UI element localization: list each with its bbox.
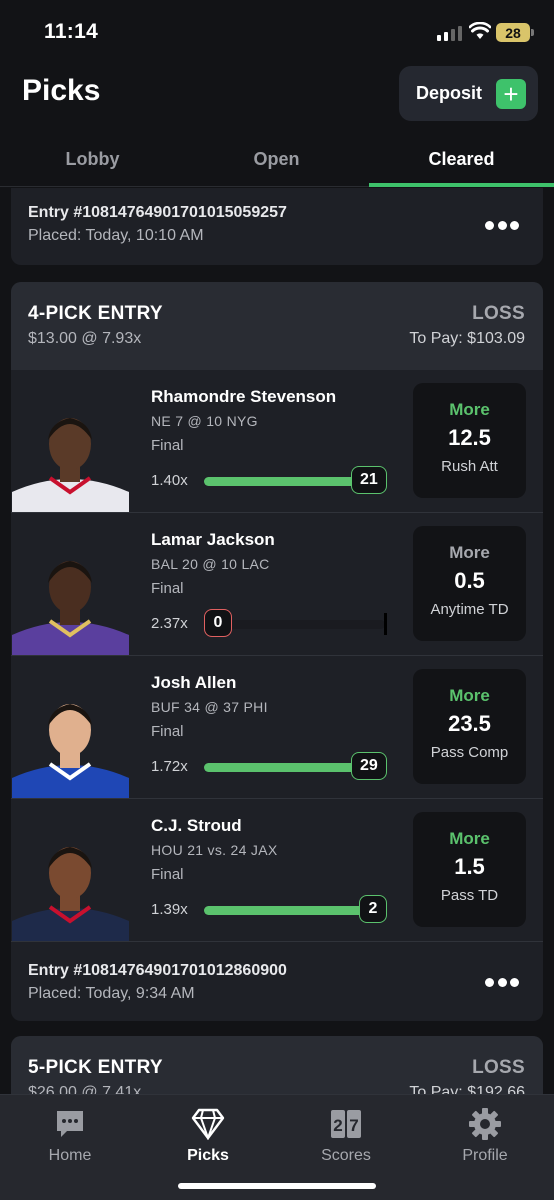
diamond-icon xyxy=(153,1107,263,1141)
status-time: 11:14 xyxy=(44,20,99,43)
pick-stat-type: Anytime TD xyxy=(430,601,509,618)
chat-bubble-icon xyxy=(15,1107,125,1141)
nav-label: Home xyxy=(48,1147,92,1164)
pick-direction: More xyxy=(449,829,490,848)
nav-profile[interactable]: Profile xyxy=(430,1107,540,1165)
entry-card[interactable]: Entry #1081476490170101505925​7 Placed: … xyxy=(11,188,543,265)
pick-line-box: More 12.5 Rush Att xyxy=(413,383,526,498)
nav-picks[interactable]: Picks xyxy=(153,1107,263,1165)
progress-target-marker xyxy=(384,613,387,635)
entry-placed: Placed: Today, 10:10 AM xyxy=(28,227,204,244)
player-avatar xyxy=(12,543,129,655)
player-name: C.J. Stroud xyxy=(151,816,242,835)
pick-row[interactable]: Rhamondre Stevenson NE 7 @ 10 NYG Final … xyxy=(11,370,543,513)
nav-label: Scores xyxy=(321,1147,371,1164)
progress-fill xyxy=(204,906,385,915)
pick-multiplier: 1.39x xyxy=(151,901,188,918)
tab-open[interactable]: Open xyxy=(184,149,369,170)
entry-to-pay: To Pay: $103.09 xyxy=(409,330,525,347)
pick-direction: More xyxy=(449,686,490,705)
pick-stat-type: Pass TD xyxy=(440,887,499,904)
battery-cap xyxy=(531,29,534,36)
more-options-icon[interactable] xyxy=(485,221,519,231)
status-bar: 11:14 28 xyxy=(0,0,554,64)
pick-line-value: 0.5 xyxy=(454,568,485,593)
actual-stat-value: 21 xyxy=(351,466,387,494)
home-indicator xyxy=(178,1183,376,1189)
game-matchup: BUF 34 @ 37 PHI xyxy=(151,699,268,715)
actual-stat-value: 0 xyxy=(204,609,232,637)
game-matchup: BAL 20 @ 10 LAC xyxy=(151,556,270,572)
entry-result: LOSS xyxy=(472,303,525,324)
entry-id: Entry #1081476490170101286090​0 xyxy=(28,962,287,979)
pick-stat-type: Pass Comp xyxy=(430,744,509,761)
pick-row[interactable]: Lamar Jackson BAL 20 @ 10 LAC Final 2.37… xyxy=(11,513,543,656)
pick-line-value: 1.5 xyxy=(454,854,485,879)
nav-scores[interactable]: 27 Scores xyxy=(291,1107,401,1165)
deposit-button[interactable]: Deposit + xyxy=(399,66,538,121)
player-avatar xyxy=(12,829,129,941)
pick-direction: More xyxy=(449,400,490,419)
nav-label: Profile xyxy=(462,1147,508,1164)
game-status: Final xyxy=(151,866,184,883)
pick-row[interactable]: Josh Allen BUF 34 @ 37 PHI Final 1.72x 2… xyxy=(11,656,543,799)
game-status: Final xyxy=(151,723,184,740)
player-avatar xyxy=(12,400,129,512)
entry-title: 4-PICK ENTRY xyxy=(28,303,163,324)
svg-text:7: 7 xyxy=(349,1116,358,1135)
game-matchup: NE 7 @ 10 NYG xyxy=(151,413,258,429)
player-avatar xyxy=(12,686,129,798)
tab-cleared[interactable]: Cleared xyxy=(369,149,554,170)
actual-stat-value: 2 xyxy=(359,895,387,923)
pick-line-box: More 23.5 Pass Comp xyxy=(413,669,526,784)
tab-lobby[interactable]: Lobby xyxy=(0,149,185,170)
entry-result: LOSS xyxy=(472,1057,525,1078)
pick-line-value: 23.5 xyxy=(448,711,491,736)
actual-stat-value: 29 xyxy=(351,752,387,780)
svg-text:2: 2 xyxy=(333,1116,342,1135)
scoreboard-icon: 27 xyxy=(291,1107,401,1141)
pick-line-box: More 1.5 Pass TD xyxy=(413,812,526,927)
entry-id: Entry #1081476490170101505925​7 xyxy=(28,204,287,221)
entry-header: 4-PICK ENTRY $13.00 @ 7.93x LOSS To Pay:… xyxy=(11,282,543,370)
pick-multiplier: 1.40x xyxy=(151,472,188,489)
entry-header: 5-PICK ENTRY $26.00 @ 7.41x LOSS To Pay:… xyxy=(11,1036,543,1094)
game-status: Final xyxy=(151,437,184,454)
signal-icon xyxy=(437,25,463,41)
game-matchup: HOU 21 vs. 24 JAX xyxy=(151,842,278,858)
game-status: Final xyxy=(151,580,184,597)
entries-list[interactable]: Entry #1081476490170101505925​7 Placed: … xyxy=(0,188,554,1094)
more-options-icon[interactable] xyxy=(485,978,519,988)
deposit-label: Deposit xyxy=(416,83,483,103)
gear-icon xyxy=(430,1107,540,1141)
wifi-icon xyxy=(469,22,491,39)
pick-multiplier: 1.72x xyxy=(151,758,188,775)
entry-placed: Placed: Today, 9:34 AM xyxy=(28,985,195,1002)
entry-odds: $13.00 @ 7.93x xyxy=(28,330,142,347)
pick-multiplier: 2.37x xyxy=(151,615,188,632)
player-name: Rhamondre Stevenson xyxy=(151,387,337,406)
tab-bar: Lobby Open Cleared xyxy=(0,140,554,187)
entry-card[interactable]: 5-PICK ENTRY $26.00 @ 7.41x LOSS To Pay:… xyxy=(11,1036,543,1094)
entry-card[interactable]: 4-PICK ENTRY $13.00 @ 7.93x LOSS To Pay:… xyxy=(11,282,543,1021)
pick-line-box: More 0.5 Anytime TD xyxy=(413,526,526,641)
pick-direction: More xyxy=(449,543,490,562)
nav-label: Picks xyxy=(187,1147,229,1164)
nav-home[interactable]: Home xyxy=(15,1107,125,1165)
player-name: Josh Allen xyxy=(151,673,237,692)
entry-odds: $26.00 @ 7.41x xyxy=(28,1084,142,1094)
entry-footer: Entry #1081476490170101286090​0 Placed: … xyxy=(11,942,543,1021)
progress-bar xyxy=(204,906,385,915)
player-name: Lamar Jackson xyxy=(151,530,275,549)
pick-stat-type: Rush Att xyxy=(441,458,498,475)
entry-title: 5-PICK ENTRY xyxy=(28,1057,163,1078)
entry-to-pay: To Pay: $192.66 xyxy=(409,1084,525,1094)
pick-row[interactable]: C.J. Stroud HOU 21 vs. 24 JAX Final 1.39… xyxy=(11,799,543,942)
active-tab-indicator xyxy=(369,183,554,187)
battery-icon: 28 xyxy=(496,23,530,42)
pick-line-value: 12.5 xyxy=(448,425,491,450)
page-title: Picks xyxy=(22,74,101,107)
plus-icon: + xyxy=(496,79,526,109)
